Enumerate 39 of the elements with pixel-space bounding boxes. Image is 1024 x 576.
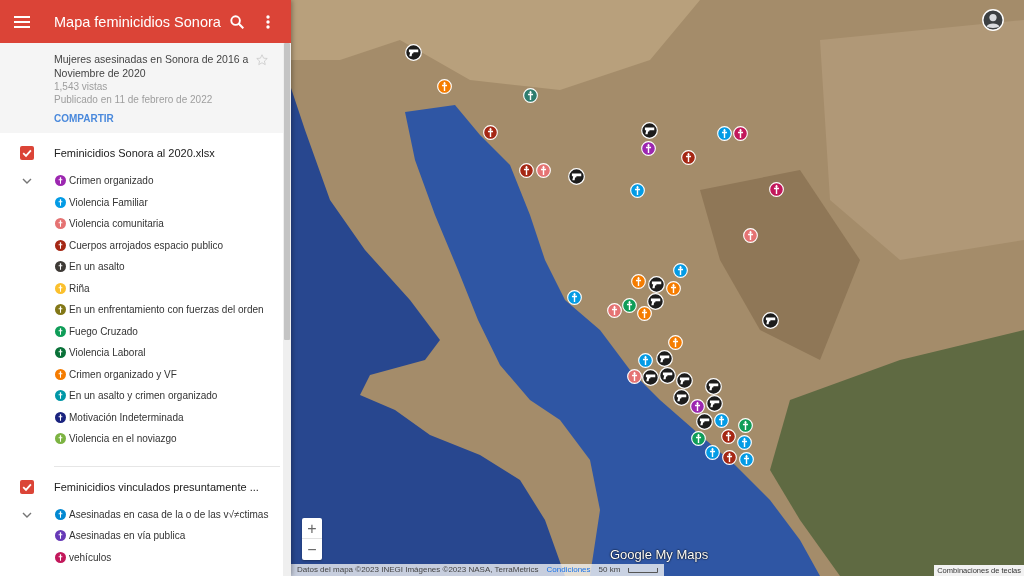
legend-item[interactable]: Riña [54,277,283,299]
legend-item[interactable]: Asesinadas en casa de la o de las v√≠ctimas [54,503,283,525]
scale-bar-icon [628,567,659,573]
terms-link[interactable]: Condiciones [546,564,591,576]
legend-item[interactable]: Violencia comunitaria [54,213,283,235]
legend-item[interactable]: Crimen organizado [54,170,283,192]
scrollbar-thumb[interactable] [284,43,290,340]
legend-item[interactable]: Fuego Cruzado [54,320,283,342]
legend-item[interactable]: Asesinadas en vía publica [54,525,283,547]
layer-title[interactable]: Feminicidios vinculados presuntamente ... [54,479,259,494]
map-title: Mapa feminicidios Sonora [54,13,222,30]
star-icon[interactable] [256,54,268,66]
layer-checkbox[interactable] [20,479,34,494]
legend-item[interactable]: En un asalto [54,256,283,278]
map-description: Mujeres asesinadas en Sonora de 2016 a Noviembre de 2020 [54,52,250,80]
chevron-down-icon[interactable] [22,511,32,518]
view-count: 1,543 vistas [54,80,109,93]
avatar-icon[interactable] [982,9,1004,31]
legend-item[interactable]: Crimen organizado y VF [54,363,283,385]
legend-item[interactable]: Violencia Laboral [54,342,283,364]
scale-label: 50 km [598,564,621,576]
legend-item[interactable]: Violencia Familiar [54,191,283,213]
layer-checkbox[interactable] [20,146,34,160]
legend-item[interactable]: Violencia en el noviazgo [54,428,283,450]
menu-icon[interactable] [14,15,30,28]
publish-date: Publicado en 11 de febrero de 2022 [54,93,214,106]
chevron-down-icon[interactable] [22,178,32,184]
logo-text: Google My Maps [610,547,709,562]
zoom-out-button[interactable]: − [302,539,322,560]
legend-item[interactable]: Motivación Indeterminada [54,406,283,428]
search-icon[interactable] [230,14,244,29]
legend-item[interactable]: En un enfrentamiento con fuerzas del orden [54,299,283,321]
zoom-in-button[interactable]: + [302,518,322,539]
legend-item[interactable]: En un asalto y crimen organizado [54,385,283,407]
legend-item[interactable]: Cuerpos arrojados espacio publico [54,234,283,256]
layer-title[interactable]: Feminicidios Sonora al 2020.xlsx [54,146,215,160]
attribution-text: Datos del mapa ©2023 INEGI Imágenes ©2023 NASA, TerraMetrics [297,564,539,576]
more-options-icon[interactable] [266,14,270,29]
legend-item[interactable]: vehículos [54,546,283,568]
